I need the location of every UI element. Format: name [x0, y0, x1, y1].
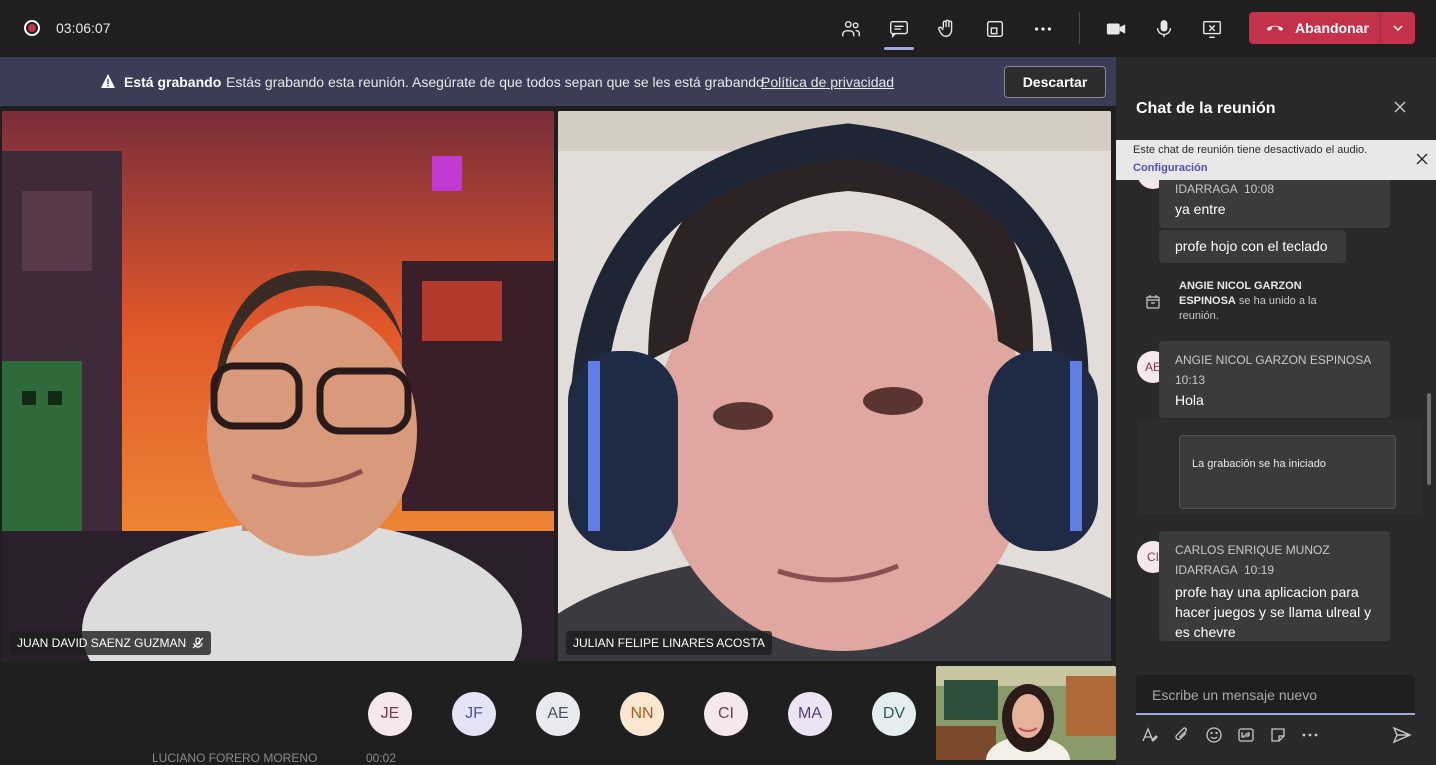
- message-text: profe hojo con el teclado: [1175, 238, 1328, 254]
- discard-button[interactable]: Descartar: [1004, 66, 1106, 98]
- participants-button[interactable]: [836, 14, 866, 44]
- participant-avatar[interactable]: DV: [872, 692, 916, 736]
- self-video-feed: [936, 666, 1116, 760]
- settings-link[interactable]: Configuración: [1133, 162, 1208, 174]
- more-options-button[interactable]: [1028, 14, 1058, 44]
- gif-icon: [1238, 728, 1254, 742]
- message-text: profe hay una aplicacion para hacer jueg…: [1175, 584, 1372, 640]
- gif-button[interactable]: [1236, 725, 1256, 745]
- chat-title: Chat de la reunión: [1136, 100, 1276, 117]
- chat-message: profe hojo con el teclado: [1159, 230, 1346, 263]
- meeting-toolbar: 03:06:07 Abandonar: [0, 0, 1436, 57]
- participant-avatar[interactable]: JE: [368, 692, 412, 736]
- participant-video: [558, 111, 1111, 661]
- join-event: ANGIE NICOL GARZON ESPINOSA se ha unido …: [1179, 279, 1359, 324]
- send-icon[interactable]: [1392, 725, 1412, 745]
- paperclip-icon: [1175, 727, 1187, 741]
- banner-message: Estás grabando esta reunión. Asegúrate d…: [226, 74, 768, 90]
- peek-name: LUCIANO FORERO MORENO: [152, 753, 318, 765]
- emoji-icon: [1206, 727, 1222, 743]
- message-time: 10:19: [1244, 563, 1275, 577]
- message-time: 10:13: [1175, 373, 1206, 387]
- peek-time: 00:02: [366, 753, 397, 765]
- raise-hand-button[interactable]: [932, 14, 962, 44]
- self-video[interactable]: [936, 666, 1116, 760]
- participant-avatars: JE JF AE NN CI MA DV: [368, 692, 956, 736]
- close-icon[interactable]: [1392, 99, 1408, 115]
- recording-banner: Está grabando Estás grabando esta reunió…: [0, 57, 1116, 106]
- more-compose-options[interactable]: [1300, 725, 1320, 745]
- chat-panel: Chat de la reunión Este chat de reunión …: [1116, 57, 1436, 765]
- chevron-down-icon: [1393, 25, 1403, 32]
- join-event-icon: [1146, 295, 1160, 309]
- compose-toolbar: [1140, 725, 1332, 745]
- camera-button[interactable]: [1101, 14, 1131, 44]
- message-input[interactable]: Escribe un mensaje nuevo: [1136, 675, 1415, 715]
- participant-name: JUAN DAVID SAENZ GUZMAN: [17, 636, 187, 650]
- message-text: ya entre: [1175, 201, 1226, 217]
- message-author: IDARRAGA: [1175, 182, 1238, 196]
- sticker-button[interactable]: [1268, 725, 1288, 745]
- meeting-timer: 03:06:07: [56, 20, 111, 36]
- more-icon: [1302, 733, 1318, 737]
- message-author-continued: IDARRAGA: [1175, 563, 1238, 577]
- breakout-rooms-button[interactable]: [980, 14, 1010, 44]
- chat-muted-notice: Este chat de reunión tiene desactivado e…: [1116, 140, 1436, 180]
- muted-notice-text: Este chat de reunión tiene desactivado e…: [1133, 144, 1368, 156]
- privacy-policy-link[interactable]: Política de privacidad: [761, 74, 894, 90]
- participant-video: [2, 111, 554, 661]
- participant-avatar[interactable]: CI: [704, 692, 748, 736]
- hangup-icon: [1266, 25, 1284, 31]
- participant-name-tag: JULIAN FELIPE LINARES ACOSTA: [566, 631, 772, 655]
- video-tile[interactable]: JULIAN FELIPE LINARES ACOSTA: [558, 111, 1111, 661]
- mic-off-icon: [192, 637, 204, 649]
- message-author: CARLOS ENRIQUE MUNOZ: [1175, 543, 1330, 557]
- recording-icon: [24, 20, 40, 36]
- sticker-icon: [1271, 728, 1285, 742]
- leave-options-button[interactable]: [1381, 22, 1415, 34]
- chat-message: CARLOS ENRIQUE MUNOZ IDARRAGA 10:19 prof…: [1159, 531, 1390, 641]
- participant-avatar[interactable]: JF: [452, 692, 496, 736]
- banner-title: Está grabando: [124, 74, 222, 90]
- participant-avatar[interactable]: MA: [788, 692, 832, 736]
- close-icon[interactable]: [1415, 152, 1429, 166]
- share-screen-button[interactable]: [1197, 14, 1227, 44]
- recording-card[interactable]: La grabación se ha iniciado: [1179, 435, 1396, 509]
- chat-button[interactable]: [884, 14, 914, 50]
- video-stage: JUAN DAVID SAENZ GUZMAN JULIAN FELIPE LI…: [0, 106, 1116, 765]
- leave-button[interactable]: Abandonar: [1249, 12, 1415, 44]
- attach-button[interactable]: [1172, 725, 1192, 745]
- chat-message: ANGIE NICOL GARZON ESPINOSA 10:13 Hola: [1159, 341, 1390, 418]
- format-icon: [1142, 727, 1158, 742]
- recording-event: La grabación se ha iniciado: [1137, 420, 1422, 514]
- leave-label: Abandonar: [1295, 20, 1369, 36]
- participant-name-tag: JUAN DAVID SAENZ GUZMAN: [10, 631, 212, 655]
- participant-avatar[interactable]: NN: [620, 692, 664, 736]
- chat-message: IDARRAGA 10:08 ya entre: [1159, 177, 1390, 228]
- message-time: 10:08: [1244, 182, 1275, 196]
- emoji-button[interactable]: [1204, 725, 1224, 745]
- video-tile[interactable]: JUAN DAVID SAENZ GUZMAN: [2, 111, 554, 661]
- message-author: ANGIE NICOL GARZON ESPINOSA: [1175, 353, 1372, 367]
- participant-name: JULIAN FELIPE LINARES ACOSTA: [573, 636, 765, 650]
- participant-avatar[interactable]: AE: [536, 692, 580, 736]
- format-button[interactable]: [1140, 725, 1160, 745]
- message-text: Hola: [1175, 392, 1204, 408]
- microphone-button[interactable]: [1149, 14, 1179, 44]
- chat-scrollbar[interactable]: [1427, 393, 1431, 485]
- participant-row-peek: LUCIANO FORERO MORENO 00:02: [0, 753, 936, 765]
- toolbar-divider: [1079, 12, 1080, 44]
- warning-icon: [101, 74, 115, 88]
